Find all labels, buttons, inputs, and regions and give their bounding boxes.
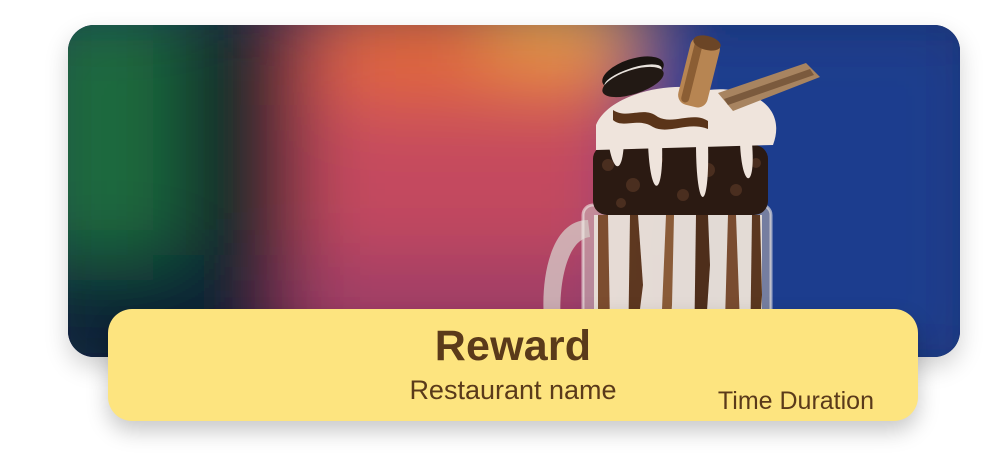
reward-title: Reward [434, 322, 592, 370]
reward-hero-image [68, 25, 960, 357]
time-duration: Time Duration [717, 387, 874, 415]
milkshake-photo [68, 25, 960, 357]
reward-banner[interactable]: Reward Restaurant name Time Duration [108, 309, 918, 421]
